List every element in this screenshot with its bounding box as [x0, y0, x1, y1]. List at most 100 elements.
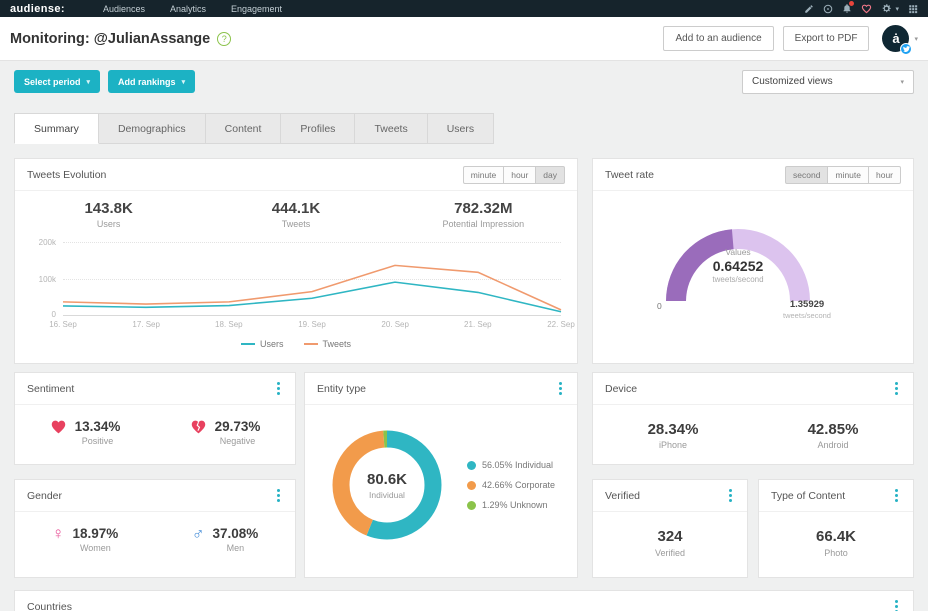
gender-header: Gender [15, 480, 295, 512]
donut-center: 80.6K Individual [317, 415, 457, 555]
legend-tweets-label: Tweets [323, 339, 352, 349]
gauge-min-label: 0 [657, 301, 662, 311]
verified-body: 324 Verified [593, 512, 747, 558]
device-title: Device [605, 383, 637, 395]
tab-profiles[interactable]: Profiles [281, 113, 355, 144]
gauge-max-value: 1.35929 [767, 299, 847, 310]
legend-users[interactable]: Users [241, 339, 284, 349]
countries-card: Countries [14, 590, 914, 611]
legend-individual: 56.05% Individual [467, 460, 555, 470]
nav-item-audiences[interactable]: Audiences [103, 4, 145, 14]
type-of-content-body: 66.4K Photo [759, 512, 913, 558]
settings-gear-icon[interactable] [881, 3, 892, 14]
men-label: Men [212, 543, 258, 553]
tab-tweets[interactable]: Tweets [355, 113, 427, 144]
type-of-content-card: Type of Content 66.4K Photo [758, 479, 914, 578]
audiense-logo[interactable]: audiense: [10, 3, 65, 15]
entity-donut-chart: 80.6K Individual [317, 415, 457, 555]
x-label-17sep: 17. Sep [132, 320, 160, 329]
verified-value: 324 [593, 528, 747, 545]
select-period-button[interactable]: Select period ▾ [14, 70, 100, 93]
notifications-icon[interactable] [842, 3, 852, 14]
favorites-heart-icon[interactable] [861, 4, 872, 14]
tab-summary[interactable]: Summary [14, 113, 99, 144]
device-iphone: 28.34% iPhone [593, 405, 753, 450]
device-kebab-menu[interactable] [892, 379, 901, 398]
add-rankings-caret-icon: ▾ [182, 78, 186, 86]
evolution-line-chart: 200k 100k 0 [63, 242, 561, 316]
avatar[interactable]: ȧ [882, 25, 909, 52]
tweets-evolution-title: Tweets Evolution [27, 169, 106, 181]
legend-tweets-swatch [304, 343, 318, 345]
x-label-22sep: 22. Sep [547, 320, 575, 329]
entity-type-kebab-menu[interactable] [556, 379, 565, 398]
notification-badge [849, 1, 854, 6]
legend-corporate: 42.66% Corporate [467, 480, 555, 490]
toggle-hour[interactable]: hour [504, 166, 536, 184]
sentiment-positive: 13.34% Positive [15, 405, 155, 446]
tab-users[interactable]: Users [428, 113, 494, 144]
tab-demographics[interactable]: Demographics [99, 113, 206, 144]
negative-label: Negative [215, 436, 261, 446]
gauge-center-value: 0.64252 [633, 258, 843, 274]
tweet-rate-header: Tweet rate second minute hour [593, 159, 913, 191]
gauge-max-unit: tweets/second [767, 311, 847, 320]
stat-tweets: 444.1K Tweets [202, 200, 389, 229]
verified-card: Verified 324 Verified [592, 479, 748, 578]
tab-content[interactable]: Content [206, 113, 282, 144]
sentiment-kebab-menu[interactable] [274, 379, 283, 398]
type-of-content-kebab-menu[interactable] [892, 486, 901, 505]
positive-label: Positive [75, 436, 121, 446]
add-to-audience-button[interactable]: Add to an audience [663, 26, 773, 51]
gender-title: Gender [27, 490, 62, 502]
countries-kebab-menu[interactable] [892, 597, 901, 611]
stat-impression-label: Potential Impression [390, 219, 577, 229]
gauge-center-label: Values [633, 247, 843, 257]
help-icon[interactable]: ? [217, 32, 231, 46]
stat-tweets-value: 444.1K [202, 200, 389, 217]
export-pdf-button[interactable]: Export to PDF [783, 26, 870, 51]
evolution-stats: 143.8K Users 444.1K Tweets 782.32M Poten… [15, 200, 577, 229]
gauge-center-unit: tweets/second [633, 275, 843, 284]
compass-icon[interactable] [823, 4, 833, 14]
tab-bar: Summary Demographics Content Profiles Tw… [14, 113, 494, 144]
sentiment-header: Sentiment [15, 373, 295, 405]
account-caret-icon: ▾ [914, 35, 918, 43]
device-header: Device [593, 373, 913, 405]
device-body: 28.34% iPhone 42.85% Android [593, 405, 913, 450]
entity-legend: 56.05% Individual 42.66% Corporate 1.29%… [467, 460, 555, 510]
unknown-dot-icon [467, 501, 476, 510]
tweet-rate-title: Tweet rate [605, 169, 654, 181]
tweets-evolution-header: Tweets Evolution minute hour day [15, 159, 577, 191]
sentiment-negative: 29.73% Negative [155, 405, 295, 446]
nav-item-engagement[interactable]: Engagement [231, 4, 282, 14]
ytick-100k: 100k [23, 275, 56, 284]
gender-kebab-menu[interactable] [274, 486, 283, 505]
customized-views-select[interactable]: Customized views ▾ [742, 70, 914, 94]
apps-grid-icon[interactable] [908, 4, 918, 14]
add-rankings-button[interactable]: Add rankings ▾ [108, 70, 195, 93]
toggle-minute[interactable]: minute [463, 166, 505, 184]
page-header: Monitoring: @JulianAssange ? Add to an a… [0, 17, 928, 61]
verified-label: Verified [593, 548, 747, 558]
toggle-day[interactable]: day [536, 166, 565, 184]
type-of-content-title: Type of Content [771, 490, 845, 502]
account-menu[interactable]: ȧ ▾ [882, 25, 918, 52]
toggle-hour[interactable]: hour [869, 166, 901, 184]
verified-title: Verified [605, 490, 640, 502]
top-navbar: audiense: Audiences Analytics Engagement… [0, 0, 928, 17]
edit-icon[interactable] [804, 4, 814, 14]
select-period-label: Select period [24, 77, 81, 87]
corporate-dot-icon [467, 481, 476, 490]
nav-item-analytics[interactable]: Analytics [170, 4, 206, 14]
iphone-label: iPhone [648, 440, 699, 450]
toggle-minute[interactable]: minute [828, 166, 869, 184]
sentiment-body: 13.34% Positive 29.73% Negative [15, 405, 295, 446]
verified-kebab-menu[interactable] [726, 486, 735, 505]
legend-unknown: 1.29% Unknown [467, 500, 555, 510]
toggle-second[interactable]: second [785, 166, 828, 184]
settings-caret-icon: ▾ [895, 5, 899, 13]
iphone-value: 28.34% [648, 421, 699, 438]
photo-label: Photo [759, 548, 913, 558]
legend-tweets[interactable]: Tweets [304, 339, 352, 349]
